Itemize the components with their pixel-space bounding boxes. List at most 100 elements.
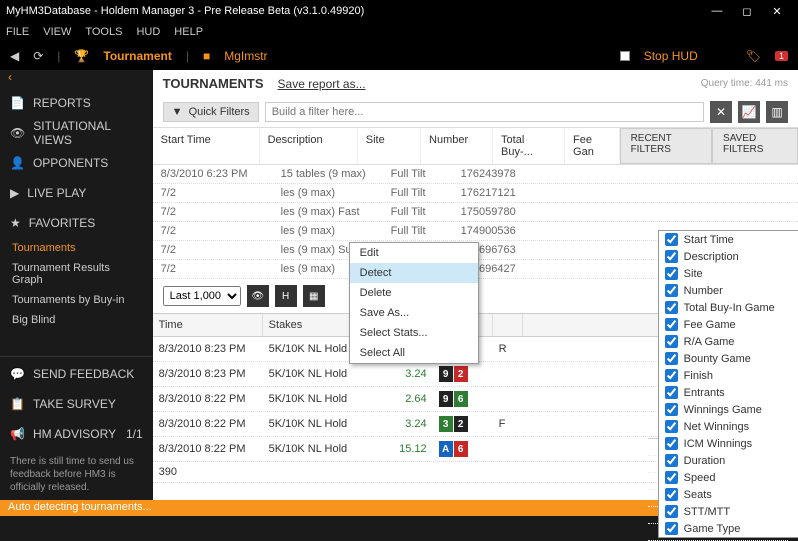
menu-help[interactable]: HELP [174,26,203,38]
col-site[interactable]: Site [358,128,421,164]
column-checkbox[interactable] [665,471,678,484]
column-option[interactable]: Description [659,248,798,265]
ctx-selectall[interactable]: Select All [350,343,478,363]
ctx-delete[interactable]: Delete [350,283,478,303]
sidebar-collapse[interactable]: ‹ [0,70,153,88]
layout-button[interactable]: ▥ [766,101,788,123]
sidebar-opponents[interactable]: 👤OPPONENTS [0,148,153,178]
column-checkbox[interactable] [665,233,678,246]
column-option[interactable]: Bounty Game [659,350,798,367]
survey-icon: 📋 [10,397,25,411]
column-option[interactable]: Net Winnings [659,418,798,435]
column-option[interactable]: R/A Game [659,333,798,350]
sidebar-liveplay[interactable]: ▶LIVE PLAY [0,178,153,208]
sidebar-advisory[interactable]: 📢HM ADVISORY1/1 [0,419,153,449]
tournament-row[interactable]: 7/2les (9 max)Full Tilt176217121 [153,184,798,203]
mode-tournament[interactable]: Tournament [103,49,171,63]
view-eye-button[interactable]: 👁 [247,285,269,307]
tag-icon[interactable]: 🏷 [746,49,761,63]
page-title: TOURNAMENTS [163,76,264,91]
gcol-flag[interactable] [493,314,523,336]
sidebar-situational[interactable]: 👁SITUATIONAL VIEWS [0,118,153,148]
chart-button[interactable]: 📈 [738,101,760,123]
column-checkbox[interactable] [665,335,678,348]
column-checkbox[interactable] [665,318,678,331]
view-h-button[interactable]: H [275,285,297,307]
column-option[interactable]: Site [659,265,798,282]
menu-tools[interactable]: TOOLS [85,26,122,38]
sub-tournaments[interactable]: Tournaments [0,238,153,258]
column-option[interactable]: Winnings Game [659,401,798,418]
query-time: Query time: 441 ms [701,78,788,89]
gcol-time[interactable]: Time [153,314,263,336]
filter-input[interactable] [265,102,704,122]
column-checkbox[interactable] [665,352,678,365]
column-checkbox[interactable] [665,454,678,467]
stop-hud-checkbox[interactable] [620,51,630,61]
column-option[interactable]: STT/MTT [659,503,798,520]
column-option[interactable]: Entrants [659,384,798,401]
maximize-button[interactable]: ◻ [732,5,762,18]
column-checkbox[interactable] [665,522,678,535]
col-start[interactable]: Start Time [153,128,260,164]
menu-hud[interactable]: HUD [136,26,160,38]
page-size-select[interactable]: Last 1,000 [163,286,241,306]
column-option[interactable]: Total Buy-In Game [659,299,798,316]
menu-view[interactable]: VIEW [43,26,71,38]
column-checkbox[interactable] [665,488,678,501]
gcol-stakes[interactable]: Stakes [263,314,363,336]
sidebar-favorites[interactable]: ★FAVORITES [0,208,153,238]
column-checkbox[interactable] [665,284,678,297]
tab-recent-filters[interactable]: RECENT FILTERS [620,128,712,164]
hero-name[interactable]: MgImstr [224,49,267,63]
menu-file[interactable]: FILE [6,26,29,38]
column-picker: Start TimeDescriptionSiteNumberTotal Buy… [658,230,798,538]
column-option[interactable]: Duration [659,452,798,469]
column-option[interactable]: ICM Winnings [659,435,798,452]
column-checkbox[interactable] [665,267,678,280]
column-option[interactable]: Start Time [659,231,798,248]
refresh-button[interactable]: ⟳ [33,49,43,63]
view-grid-button[interactable]: ▦ [303,285,325,307]
column-option[interactable]: Number [659,282,798,299]
col-desc[interactable]: Description [260,128,358,164]
column-checkbox[interactable] [665,301,678,314]
notif-badge[interactable]: 1 [775,51,788,61]
column-option[interactable]: Speed [659,469,798,486]
column-checkbox[interactable] [665,437,678,450]
ctx-detect[interactable]: Detect [350,263,478,283]
quick-filters-button[interactable]: ▼Quick Filters [163,102,259,122]
tournament-row[interactable]: 8/3/2010 6:23 PM15 tables (9 max)Full Ti… [153,165,798,184]
column-option[interactable]: Finish [659,367,798,384]
clear-filter-button[interactable]: ✕ [710,101,732,123]
sidebar-reports[interactable]: 📄REPORTS [0,88,153,118]
col-buyin[interactable]: Total Buy-... [493,128,565,164]
tournament-row[interactable]: 7/2les (9 max) FastFull Tilt175059780 [153,203,798,222]
tab-saved-filters[interactable]: SAVED FILTERS [712,128,798,164]
sub-big-blind[interactable]: Big Blind [0,310,153,330]
column-checkbox[interactable] [665,369,678,382]
col-number[interactable]: Number [421,128,493,164]
back-button[interactable]: ◀ [10,49,19,63]
minimize-button[interactable]: — [702,5,732,17]
save-report-link[interactable]: Save report as... [278,77,366,91]
sidebar-feedback[interactable]: 💬SEND FEEDBACK [0,359,153,389]
ctx-selectstats[interactable]: Select Stats... [350,323,478,343]
column-checkbox[interactable] [665,403,678,416]
tournaments-header: Start Time Description Site Number Total… [153,127,798,165]
col-fee[interactable]: Fee Gan [565,128,620,164]
column-checkbox[interactable] [665,386,678,399]
column-option[interactable]: Seats [659,486,798,503]
column-checkbox[interactable] [665,505,678,518]
column-option[interactable]: Game Type [659,520,798,537]
sidebar-survey[interactable]: 📋TAKE SURVEY [0,389,153,419]
close-button[interactable]: ✕ [762,5,792,18]
sub-results-graph[interactable]: Tournament Results Graph [0,258,153,290]
column-option[interactable]: Fee Game [659,316,798,333]
column-checkbox[interactable] [665,250,678,263]
ctx-edit[interactable]: Edit [350,243,478,263]
ctx-saveas[interactable]: Save As... [350,303,478,323]
stop-hud-label[interactable]: Stop HUD [644,49,698,63]
column-checkbox[interactable] [665,420,678,433]
sub-by-buyin[interactable]: Tournaments by Buy-in [0,290,153,310]
